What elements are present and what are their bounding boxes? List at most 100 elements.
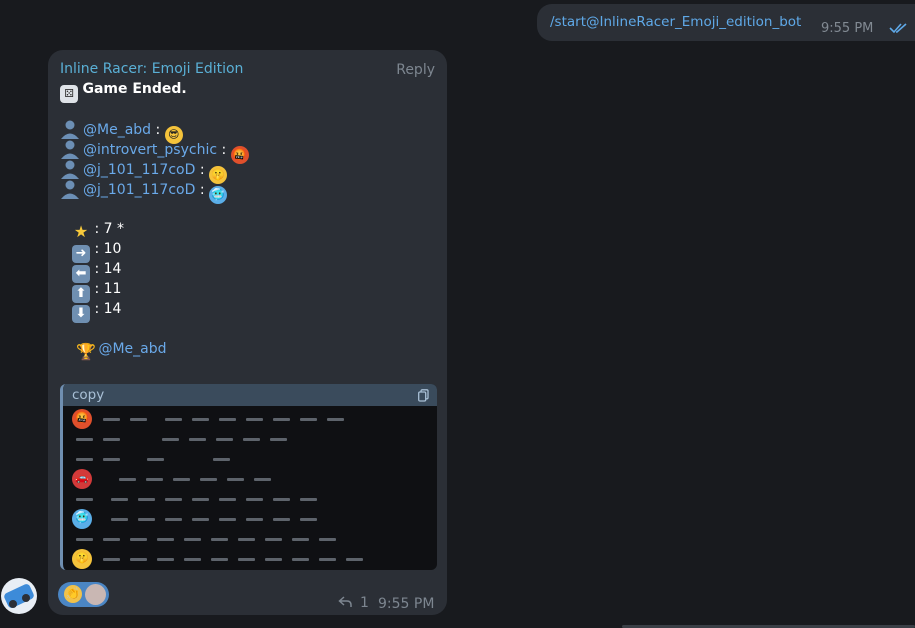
track-dash	[119, 478, 136, 481]
track-dash	[138, 498, 155, 501]
reply-count[interactable]: 1	[360, 595, 369, 611]
track-dash	[292, 538, 309, 541]
track-dash	[111, 498, 128, 501]
track-dash	[219, 498, 236, 501]
trophy-icon: 🏆	[76, 342, 96, 361]
player-mention[interactable]: @introvert_psychic	[83, 142, 217, 158]
racer-icon: 🥶	[72, 509, 92, 529]
track-dash	[219, 418, 236, 421]
arrow-down-icon: ⬇	[72, 305, 90, 323]
track-dash	[76, 438, 93, 441]
track-dash	[103, 458, 120, 461]
outgoing-message-text[interactable]: /start@InlineRacer_Emoji_edition_bot	[550, 14, 801, 30]
racer-icon: 🤬	[72, 409, 92, 429]
stat-line: ⬇ : 14	[72, 299, 122, 323]
track-dash	[147, 458, 164, 461]
winner-line: 🏆 @Me_abd	[76, 339, 167, 361]
track-dash	[146, 478, 163, 481]
track-dash	[103, 418, 120, 421]
racer-icon: 🤫	[72, 549, 92, 569]
player-line: @j_101_117coD : 🤫	[60, 159, 228, 184]
track-dash	[243, 438, 260, 441]
player-line: @j_101_117coD : 🥶	[60, 179, 228, 204]
track-dash	[189, 438, 206, 441]
track-dash	[76, 498, 93, 501]
track-dash	[184, 558, 201, 561]
clapping-hands-icon: 👏	[64, 585, 82, 603]
track-dash	[273, 518, 290, 521]
reply-button[interactable]: Reply	[396, 62, 435, 78]
track-dash	[300, 498, 317, 501]
cold-face-icon: 🥶	[209, 186, 228, 204]
track-dash	[130, 538, 147, 541]
track-dash	[216, 438, 233, 441]
stat-text: : 7 *	[94, 221, 124, 237]
player-separator: :	[151, 122, 165, 138]
track-dash	[192, 518, 209, 521]
code-block-header: copy	[63, 384, 437, 406]
racer-icon: 🚗	[72, 469, 92, 489]
track-dash	[227, 478, 244, 481]
race-track-code-block[interactable]: copy 🤬 🚗 🥶 🤫	[60, 384, 437, 570]
track-dash	[273, 498, 290, 501]
incoming-message-bubble[interactable]: Inline Racer: Emoji Edition Reply ⚄ Game…	[48, 50, 447, 615]
track-dash	[76, 538, 93, 541]
user-silhouette-icon	[61, 120, 79, 139]
track-dash	[165, 498, 182, 501]
track-dash	[265, 538, 282, 541]
track-dash	[213, 458, 230, 461]
track-dash	[157, 538, 174, 541]
track-dash	[211, 558, 228, 561]
sender-name[interactable]: Inline Racer: Emoji Edition	[60, 61, 243, 77]
stat-text: : 10	[94, 241, 122, 257]
double-check-icon	[889, 23, 907, 34]
track-dash	[300, 518, 317, 521]
track-dash	[246, 418, 263, 421]
player-separator: :	[195, 162, 210, 178]
track-dash	[319, 538, 336, 541]
game-status-text: Game Ended.	[82, 81, 187, 97]
stat-line: ⬅ : 14	[72, 259, 122, 283]
bot-avatar[interactable]	[1, 578, 37, 614]
track-dash	[111, 518, 128, 521]
track-dash	[173, 478, 190, 481]
incoming-message-time: 9:55 PM	[378, 596, 435, 612]
track-dash	[327, 418, 344, 421]
reaction-chip[interactable]: 👏	[58, 582, 109, 607]
stat-line: ➜ : 10	[72, 239, 122, 263]
track-dash	[270, 438, 287, 441]
track-dash	[346, 558, 363, 561]
copy-icon[interactable]	[418, 389, 429, 402]
outgoing-message-time: 9:55 PM	[821, 21, 874, 36]
outgoing-message-bubble[interactable]: /start@InlineRacer_Emoji_edition_bot 9:5…	[537, 4, 915, 41]
cursing-face-icon: 🤬	[230, 146, 249, 164]
track-dash	[138, 518, 155, 521]
stat-line: ★ : 7 *	[72, 219, 124, 241]
track-dash	[157, 558, 174, 561]
track-dash	[184, 538, 201, 541]
game-status-line: ⚄ Game Ended.	[60, 79, 187, 103]
track-dash	[319, 558, 336, 561]
track-dash	[103, 538, 120, 541]
track-dash	[165, 518, 182, 521]
reply-arrow-icon	[338, 596, 352, 607]
stat-text: : 14	[94, 301, 122, 317]
track-dash	[103, 558, 120, 561]
track-dash	[254, 478, 271, 481]
player-mention[interactable]: @j_101_117coD	[83, 182, 195, 198]
track-dash	[238, 558, 255, 561]
track-dash	[76, 458, 93, 461]
player-mention[interactable]: @j_101_117coD	[83, 162, 195, 178]
track-dash	[200, 478, 217, 481]
track-dash	[162, 438, 179, 441]
player-line: @introvert_psychic : 🤬	[60, 139, 249, 164]
stat-text: : 14	[94, 261, 122, 277]
player-mention[interactable]: @Me_abd	[83, 122, 151, 138]
track-dash	[246, 498, 263, 501]
stat-text: : 11	[94, 281, 122, 297]
track-dash	[103, 438, 120, 441]
track-dash	[238, 538, 255, 541]
dice-icon: ⚄	[60, 85, 78, 103]
track-dash	[130, 558, 147, 561]
winner-mention[interactable]: @Me_abd	[98, 341, 166, 357]
